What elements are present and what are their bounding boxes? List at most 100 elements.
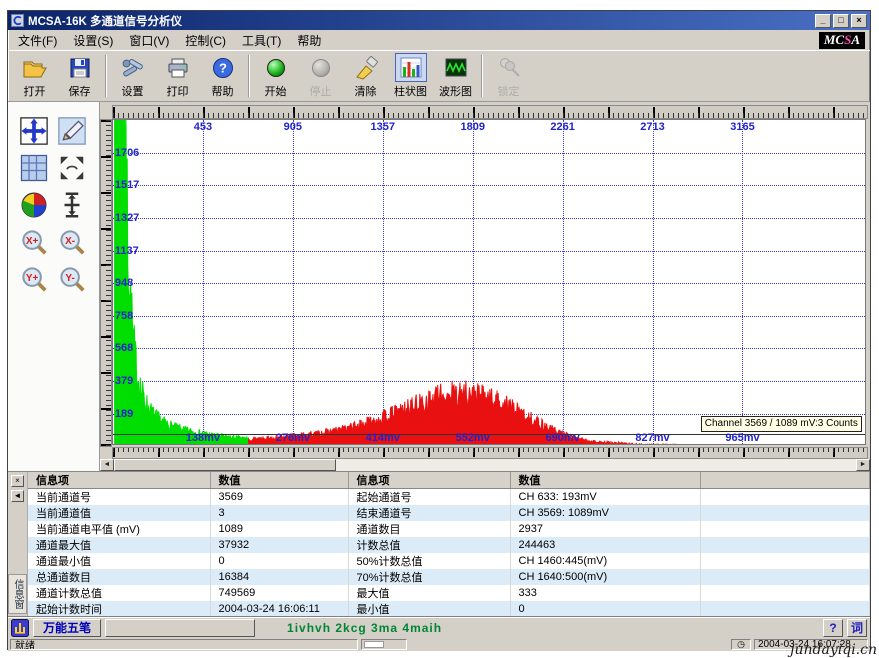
- ime-name-button[interactable]: 万能五笔: [33, 619, 101, 637]
- info-label-cell: 当前通道值: [28, 505, 210, 521]
- ime-input-area: [105, 619, 255, 637]
- toolbar-button-pin: 锁定: [486, 52, 531, 99]
- toolbar-button-settings[interactable]: 设置: [110, 52, 155, 99]
- table-row: 通道最大值37932计数总值244463: [28, 537, 870, 553]
- menu-item-3[interactable]: 控制(C): [177, 30, 234, 51]
- bar-view-icon: [395, 53, 427, 82]
- tool-fit[interactable]: [57, 153, 87, 183]
- table-row: 当前通道电平值 (mV)1089通道数目2937: [28, 521, 870, 537]
- info-label-cell: 50%计数总值: [348, 553, 510, 569]
- toolbar-separator: [481, 55, 483, 97]
- table-row: 当前通道值3结束通道号CH 3569: 1089mV: [28, 505, 870, 521]
- table-row: 当前通道号3569起始通道号CH 633: 193mV: [28, 489, 870, 506]
- tool-grid[interactable]: [19, 153, 49, 183]
- info-empty-cell: [700, 585, 870, 601]
- y-axis-count-label: 568: [115, 342, 133, 354]
- tool-zoom-in-x[interactable]: X+: [19, 227, 49, 257]
- info-label-cell: 当前通道号: [28, 489, 210, 506]
- info-label-cell: 起始计数时间: [28, 601, 210, 617]
- x-axis-channel-label: 2713: [640, 121, 664, 133]
- toolbar-button-clear[interactable]: 清除: [343, 52, 388, 99]
- info-value-cell: 2937: [510, 521, 700, 537]
- clock-icon: ◷: [731, 639, 751, 650]
- ime-word-button[interactable]: 词: [847, 619, 867, 637]
- toolbar-button-label: 保存: [69, 83, 91, 99]
- close-button[interactable]: ×: [851, 14, 867, 28]
- maximize-button[interactable]: □: [833, 14, 849, 28]
- info-empty-cell: [700, 553, 870, 569]
- scrollbar-thumb[interactable]: [114, 459, 337, 471]
- ime-help-button[interactable]: ?: [823, 619, 843, 637]
- x-axis-channel-label: 3165: [730, 121, 754, 133]
- info-label-cell: 起始通道号: [348, 489, 510, 506]
- menu-item-0[interactable]: 文件(F): [10, 30, 65, 51]
- info-label-cell: 当前通道电平值 (mV): [28, 521, 210, 537]
- status-ready: 就绪: [10, 639, 358, 650]
- svg-text:Y-: Y-: [65, 273, 74, 284]
- minimize-button[interactable]: _: [815, 14, 831, 28]
- info-label-cell: 总通道数目: [28, 569, 210, 585]
- info-value-cell: 16384: [210, 569, 348, 585]
- pencil-icon: [57, 116, 87, 146]
- toolbar-button-print[interactable]: 打印: [155, 52, 200, 99]
- column-header: 信息项: [348, 472, 510, 489]
- menu-item-4[interactable]: 工具(T): [234, 30, 289, 51]
- tool-zoom-in-y[interactable]: Y+: [19, 264, 49, 294]
- column-header: 信息项: [28, 472, 210, 489]
- toolbar-button-open[interactable]: 打开: [12, 52, 57, 99]
- app-icon: [11, 14, 24, 27]
- grid-icon: [19, 153, 49, 183]
- logo-text: MC: [824, 32, 844, 47]
- plot-area[interactable]: 453138mv905276mv1357414mv1809552mv226169…: [112, 119, 866, 445]
- info-empty-cell: [700, 489, 870, 506]
- x-axis-mv-label: 414mv: [366, 432, 400, 444]
- info-value-cell: 1089: [210, 521, 348, 537]
- y-axis-count-label: 948: [115, 277, 133, 289]
- toolbar-button-save[interactable]: 保存: [57, 52, 102, 99]
- toolbar-button-label: 波形图: [439, 83, 472, 99]
- histogram-svg: [113, 120, 866, 445]
- status-spacer: [410, 639, 728, 650]
- toolbar-button-wave-view[interactable]: 波形图: [433, 52, 478, 99]
- menu-bar: 文件(F)设置(S)窗口(V)控制(C)工具(T)帮助 MCSA: [8, 30, 870, 50]
- tool-zoom-out-x[interactable]: X-: [57, 227, 87, 257]
- tool-zoom-out-y[interactable]: Y-: [57, 264, 87, 294]
- scroll-right-button[interactable]: ►: [856, 459, 870, 471]
- settings-icon: [117, 53, 149, 82]
- table-row: 起始计数时间2004-03-24 16:06:11最小值0: [28, 601, 870, 617]
- panel-collapse-button[interactable]: ◄: [11, 490, 24, 502]
- menu-item-2[interactable]: 窗口(V): [121, 30, 177, 51]
- workspace: X+X-Y+Y- 453138mv905276mv1357414mv180955…: [8, 102, 870, 471]
- toolbar-separator: [105, 55, 107, 97]
- toolbar-button-help[interactable]: ?帮助: [200, 52, 245, 99]
- toolbar-button-bar-view[interactable]: 柱状图: [388, 52, 433, 99]
- svg-text:X+: X+: [26, 236, 39, 247]
- toolbar-button-label: 设置: [122, 83, 144, 99]
- info-empty-cell: [700, 601, 870, 617]
- scrollbar-track[interactable]: [114, 459, 856, 471]
- x-axis-channel-label: 1809: [460, 121, 484, 133]
- tool-move[interactable]: [19, 116, 49, 146]
- ime-bar: 万能五笔 1ivhvh 2kcg 3ma 4maih ? 词: [8, 616, 870, 638]
- panel-tab[interactable]: 信息窗: [8, 574, 27, 614]
- x-axis-mv-label: 827mv: [635, 432, 669, 444]
- ruler-left: [100, 119, 112, 447]
- toolbar-button-label: 柱状图: [394, 83, 427, 99]
- menu-item-5[interactable]: 帮助: [289, 30, 329, 51]
- chart-tools-panel: X+ X- Y+ Y-: [8, 102, 100, 471]
- x-axis-channel-label: 453: [194, 121, 212, 133]
- tool-v-adjust[interactable]: [57, 190, 87, 220]
- tool-pencil[interactable]: [57, 116, 87, 146]
- info-label-cell: 最小值: [348, 601, 510, 617]
- cursor-readout: Channel 3569 / 1089 mV:3 Counts: [701, 416, 862, 432]
- zoom-in-y-icon: Y+: [19, 264, 49, 294]
- tool-pie[interactable]: [19, 190, 49, 220]
- ime-icon[interactable]: [11, 619, 29, 637]
- toolbar-button-start[interactable]: 开始: [253, 52, 298, 99]
- menu: 文件(F)设置(S)窗口(V)控制(C)工具(T)帮助: [10, 30, 329, 51]
- x-axis-channel-label: 2261: [550, 121, 574, 133]
- menu-item-1[interactable]: 设置(S): [65, 30, 121, 51]
- horizontal-scrollbar[interactable]: ◄ ►: [100, 459, 870, 471]
- panel-close-button[interactable]: ×: [11, 475, 24, 487]
- scroll-left-button[interactable]: ◄: [100, 459, 114, 471]
